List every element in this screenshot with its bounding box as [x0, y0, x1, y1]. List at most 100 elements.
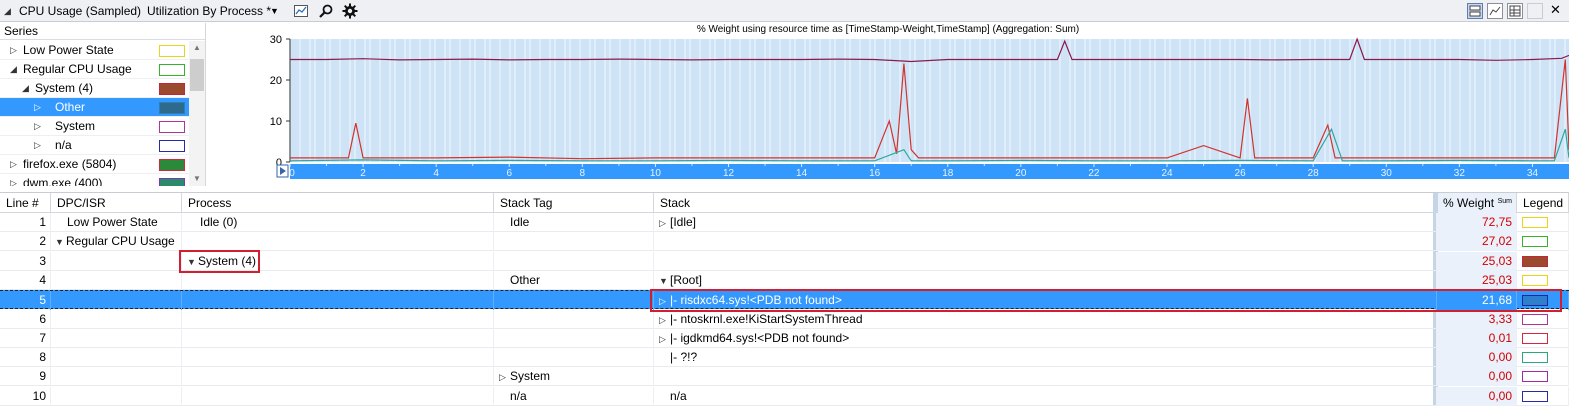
close-icon[interactable]: ✕	[1550, 3, 1561, 17]
dropdown-arrow-icon[interactable]: ▼	[270, 3, 279, 19]
collapsed-triangle-icon[interactable]: ▷	[659, 330, 670, 349]
legend-swatch[interactable]	[1522, 390, 1548, 402]
table-row[interactable]: 9 ▷ System 0,00	[0, 367, 1569, 387]
legend-swatch[interactable]	[1522, 371, 1548, 383]
expanded-triangle-icon[interactable]: ◢	[22, 79, 29, 98]
collapsed-triangle-icon[interactable]: ▷	[659, 214, 670, 233]
table-row[interactable]: 4 Other ▼ [Root] 25,03	[0, 270, 1569, 291]
cell-line-number-text: 1	[39, 215, 46, 229]
col-stack-tag[interactable]: Stack Tag	[494, 193, 654, 213]
col-process[interactable]: Process	[182, 193, 494, 213]
gear-icon[interactable]	[342, 3, 358, 19]
cell-stack-tag	[494, 328, 654, 348]
cell-stack-tag	[494, 251, 654, 271]
series-item[interactable]: ◢ Regular CPU Usage	[0, 60, 189, 79]
table-row[interactable]: 8 |- ?!? 0,00	[0, 348, 1569, 368]
series-swatch[interactable]	[159, 121, 185, 133]
x-tick-label: 8	[580, 168, 586, 179]
series-item[interactable]: ▷ Other	[0, 98, 189, 117]
col-stack[interactable]: Stack	[654, 193, 1437, 213]
col-line-number[interactable]: Line #	[0, 193, 51, 213]
series-item[interactable]: ▷ Low Power State	[0, 41, 189, 60]
legend-swatch[interactable]	[1522, 313, 1548, 325]
cell-line-number-text: 3	[39, 253, 46, 268]
cell-stack	[654, 232, 1437, 252]
x-tick-label: 4	[433, 168, 439, 179]
table-only-icon[interactable]	[1507, 3, 1523, 19]
cell-line-number: 5	[0, 291, 51, 311]
expanded-triangle-icon[interactable]: ▼	[659, 272, 670, 291]
scroll-thumb[interactable]	[190, 59, 204, 91]
series-item[interactable]: ◢ System (4)	[0, 79, 189, 98]
expanded-triangle-icon[interactable]: ▼	[187, 253, 198, 272]
collapsed-triangle-icon[interactable]: ▷	[10, 155, 17, 174]
collapse-triangle-icon[interactable]: ◢	[4, 3, 11, 19]
cell-stack-tag-text: Idle	[510, 215, 530, 229]
series-item-label: Other	[55, 100, 86, 114]
collapsed-triangle-icon[interactable]: ▷	[34, 117, 41, 136]
legend-swatch[interactable]	[1522, 217, 1548, 228]
series-swatch[interactable]	[159, 83, 185, 95]
line-chart[interactable]: 01020300 2 4 6 8 10 12 14 16 18 20 22 24 26 28 30 32 34	[207, 23, 1569, 186]
legend-swatch[interactable]	[1522, 274, 1548, 286]
collapsed-triangle-icon[interactable]: ▷	[34, 136, 41, 155]
series-swatch[interactable]	[159, 64, 185, 76]
series-scrollbar[interactable]: ▲ ▼	[189, 41, 205, 186]
table-row[interactable]: 2 ▼ Regular CPU Usage 27,02	[0, 232, 1569, 252]
cell-stack-text: n/a	[670, 388, 687, 403]
series-item[interactable]: ▷ System	[0, 117, 189, 136]
col-dpc-isr[interactable]: DPC/ISR	[51, 193, 182, 213]
series-item[interactable]: ▷ dwm.exe (400)	[0, 174, 189, 186]
y-tick-label: 20	[270, 75, 282, 87]
search-icon[interactable]	[318, 3, 334, 19]
table-row[interactable]: 7 ▷ |- igdkmd64.sys!<PDB not found> 0,01	[0, 328, 1569, 349]
collapsed-triangle-icon[interactable]: ▷	[10, 41, 17, 60]
series-item[interactable]: ▷ n/a	[0, 136, 189, 155]
collapsed-triangle-icon[interactable]: ▷	[659, 311, 670, 330]
col-legend[interactable]: Legend	[1517, 193, 1569, 213]
empty-view-button[interactable]	[1527, 3, 1543, 19]
expanded-triangle-icon[interactable]: ◢	[10, 60, 17, 79]
series-swatch[interactable]	[159, 178, 185, 186]
table-row[interactable]: 5 ▷ |- risdxc64.sys!<PDB not found> 21,68	[0, 290, 1569, 311]
collapsed-triangle-icon[interactable]: ▷	[10, 174, 17, 186]
legend-swatch[interactable]	[1522, 236, 1548, 248]
table-row[interactable]: 1 Low Power State Idle (0) Idle ▷ [Idle] 72,75	[0, 213, 1569, 232]
cell-stack-tag: Other	[494, 270, 654, 290]
collapsed-triangle-icon[interactable]: ▷	[34, 98, 41, 117]
col-weight[interactable]: % Weight Sum	[1437, 193, 1517, 213]
series-swatch[interactable]	[159, 102, 185, 114]
cell-legend	[1517, 367, 1569, 387]
x-tick-label: 26	[1235, 168, 1247, 179]
cell-weight: 0,00	[1437, 348, 1517, 368]
scroll-down-icon[interactable]: ▼	[193, 174, 201, 183]
expanded-triangle-icon[interactable]: ▼	[55, 233, 66, 252]
legend-swatch[interactable]	[1522, 295, 1548, 307]
cell-weight: 27,02	[1437, 232, 1517, 252]
table-row[interactable]: 3 ▼ System (4) 25,03	[0, 251, 1569, 272]
graph-and-table-icon[interactable]	[1467, 3, 1483, 19]
y-tick-label: 10	[270, 116, 282, 128]
table-row[interactable]: 10 n/a n/a 0,00	[0, 386, 1569, 406]
collapsed-triangle-icon[interactable]: ▷	[499, 368, 510, 387]
legend-swatch[interactable]	[1522, 255, 1548, 267]
series-swatch[interactable]	[159, 140, 185, 152]
cell-weight: 72,75	[1437, 213, 1517, 232]
preset-dropdown[interactable]: Utilization By Process *	[147, 3, 271, 19]
chart-settings-icon[interactable]	[293, 3, 309, 19]
x-tick-label: 14	[796, 168, 808, 179]
cell-stack-tag	[494, 232, 654, 252]
cell-legend	[1517, 251, 1569, 271]
legend-swatch[interactable]	[1522, 352, 1548, 364]
cell-dpc-isr: Low Power State	[51, 213, 182, 232]
collapsed-triangle-icon[interactable]: ▷	[659, 292, 670, 311]
cell-legend	[1517, 270, 1569, 290]
legend-swatch[interactable]	[1522, 332, 1548, 344]
scroll-up-icon[interactable]: ▲	[193, 43, 201, 52]
series-swatch[interactable]	[159, 159, 185, 171]
cell-process-text: System (4)	[198, 253, 257, 268]
graph-only-icon[interactable]	[1487, 3, 1503, 19]
series-item[interactable]: ▷ firefox.exe (5804)	[0, 155, 189, 174]
series-swatch[interactable]	[159, 45, 185, 57]
table-row[interactable]: 6 ▷ |- ntoskrnl.exe!KiStartSystemThread 3,3…	[0, 309, 1569, 330]
